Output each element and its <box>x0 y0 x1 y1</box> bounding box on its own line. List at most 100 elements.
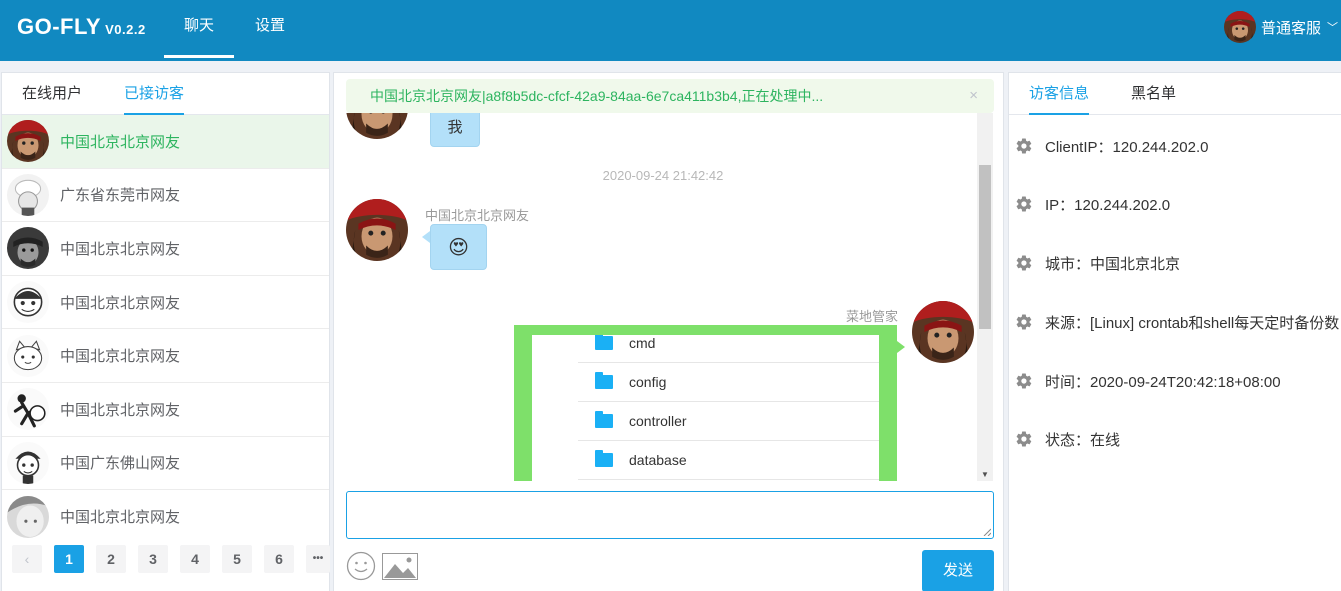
image-upload-icon[interactable] <box>382 553 418 580</box>
message-list: 我 2020-09-24 21:42:42 中国北京北京网友 😍 菜地管家 cm… <box>334 113 992 481</box>
scrollbar-thumb[interactable] <box>979 165 991 329</box>
tab-blacklist[interactable]: 黑名单 <box>1131 73 1176 114</box>
visitor-avatar <box>7 388 49 430</box>
info-row: ClientIP：120.244.202.0 <box>1009 134 1208 158</box>
app-logo[interactable]: GO-FLY V0.2.2 <box>17 14 146 40</box>
file-row: cmd <box>578 335 879 363</box>
message-sender: 菜地管家 <box>846 309 899 324</box>
info-row: 状态：在线 <box>1009 427 1120 451</box>
alert-text: 中国北京北京网友|a8f8b5dc-cfcf-42a9-84aa-6e7ca41… <box>370 88 824 104</box>
visitor-item[interactable]: 中国广东佛山网友 <box>2 437 329 491</box>
chat-panel: 中国北京北京网友|a8f8b5dc-cfcf-42a9-84aa-6e7ca41… <box>333 72 1004 591</box>
scroll-down-arrow-icon[interactable]: ▼ <box>977 470 993 479</box>
nav-chat[interactable]: 聊天 <box>164 0 234 58</box>
send-button[interactable]: 发送 <box>922 550 994 591</box>
info-row: 来源：[Linux] crontab和shell每天定时备份数 <box>1009 310 1339 334</box>
message-scrollbar[interactable]: ▼ <box>977 113 993 481</box>
visitor-avatar <box>7 281 49 323</box>
visitor-name: 中国北京北京网友 <box>60 401 181 419</box>
visitor-avatar <box>7 442 49 484</box>
visitor-item[interactable]: 中国北京北京网友 <box>2 276 329 330</box>
agent-avatar <box>912 301 974 363</box>
visitor-name: 中国北京北京网友 <box>60 294 181 312</box>
file-row: config <box>578 363 879 402</box>
visitor-item[interactable]: 中国北京北京网友 <box>2 490 329 544</box>
folder-icon <box>595 372 613 389</box>
file-name: config <box>629 374 667 390</box>
tab-online-users[interactable]: 在线用户 <box>22 73 82 114</box>
status-alert: 中国北京北京网友|a8f8b5dc-cfcf-42a9-84aa-6e7ca41… <box>346 79 994 113</box>
page-button[interactable]: 3 <box>138 545 168 573</box>
info-row: IP：120.244.202.0 <box>1009 192 1170 216</box>
prev-page-button[interactable]: ‹ <box>12 545 42 573</box>
tab-visitor-info[interactable]: 访客信息 <box>1029 73 1090 115</box>
info-row: 城市：中国北京北京 <box>1009 251 1180 275</box>
gear-icon <box>1015 372 1033 390</box>
more-pages-button[interactable]: ••• <box>306 545 330 573</box>
top-navbar: GO-FLY V0.2.2 聊天 设置 普通客服 ﹀ <box>0 0 1341 61</box>
info-text: 来源：[Linux] crontab和shell每天定时备份数 <box>1045 314 1340 332</box>
user-name: 普通客服 <box>1260 19 1321 37</box>
image-message[interactable]: cmd config controller database <box>514 325 897 481</box>
visitor-avatar <box>7 227 49 269</box>
message-sender: 中国北京北京网友 <box>425 208 530 223</box>
file-name: database <box>629 452 687 468</box>
user-menu[interactable]: 普通客服 ﹀ <box>1224 10 1341 44</box>
message-bubble: 我 <box>430 113 480 147</box>
visitor-avatar <box>7 120 49 162</box>
visitor-avatar <box>346 113 408 139</box>
visitor-avatar <box>7 335 49 377</box>
visitor-list-panel: 在线用户 已接访客 中国北京北京网友 广东省东莞市网友 中国北京北京网友 中国北… <box>1 72 330 591</box>
emoji-icon[interactable] <box>346 551 376 581</box>
file-list-screenshot: cmd config controller database <box>532 335 879 481</box>
visitor-name: 广东省东莞市网友 <box>60 187 181 205</box>
gear-icon <box>1015 254 1033 272</box>
info-text: 城市：中国北京北京 <box>1045 255 1181 273</box>
info-text: ClientIP：120.244.202.0 <box>1045 138 1209 156</box>
message-input[interactable] <box>346 491 994 539</box>
resize-handle-icon[interactable] <box>983 528 991 536</box>
visitor-item[interactable]: 广东省东莞市网友 <box>2 169 329 223</box>
page-button[interactable]: 1 <box>54 545 84 573</box>
nav-settings[interactable]: 设置 <box>240 0 300 58</box>
visitor-name: 中国北京北京网友 <box>60 240 181 258</box>
visitor-avatar <box>7 496 49 538</box>
page-button[interactable]: 4 <box>180 545 210 573</box>
visitor-list: 中国北京北京网友 广东省东莞市网友 中国北京北京网友 中国北京北京网友 中国北京… <box>2 115 329 544</box>
folder-icon <box>595 335 613 350</box>
visitor-tabs: 在线用户 已接访客 <box>2 73 329 115</box>
info-text: 时间：2020-09-24T20:42:18+08:00 <box>1045 373 1281 391</box>
visitor-name: 中国北京北京网友 <box>60 509 181 527</box>
pagination: ‹ 1 2 3 4 5 6 ••• <box>12 545 330 573</box>
file-name: controller <box>629 413 687 429</box>
close-icon[interactable]: × <box>969 79 978 113</box>
page-button[interactable]: 6 <box>264 545 294 573</box>
info-text: IP：120.244.202.0 <box>1045 196 1171 214</box>
visitor-info-panel: 访客信息 黑名单 ClientIP：120.244.202.0 IP：120.2… <box>1008 72 1341 591</box>
visitor-item[interactable]: 中国北京北京网友 <box>2 222 329 276</box>
tab-received-visitors[interactable]: 已接访客 <box>124 73 185 115</box>
file-name: cmd <box>629 335 656 351</box>
user-avatar <box>1224 11 1256 43</box>
info-text: 状态：在线 <box>1045 431 1121 449</box>
visitor-name: 中国北京北京网友 <box>60 133 181 151</box>
visitor-item[interactable]: 中国北京北京网友 <box>2 115 329 169</box>
info-tabs: 访客信息 黑名单 <box>1009 73 1341 115</box>
gear-icon <box>1015 313 1033 331</box>
folder-icon <box>595 450 613 467</box>
page-button[interactable]: 2 <box>96 545 126 573</box>
file-row: controller <box>578 402 879 441</box>
gear-icon <box>1015 430 1033 448</box>
visitor-avatar <box>346 199 408 261</box>
heart-eyes-emoji-icon: 😍 <box>448 237 469 259</box>
visitor-item[interactable]: 中国北京北京网友 <box>2 383 329 437</box>
visitor-name: 中国北京北京网友 <box>60 348 181 366</box>
visitor-item[interactable]: 中国北京北京网友 <box>2 329 329 383</box>
gear-icon <box>1015 195 1033 213</box>
page-button[interactable]: 5 <box>222 545 252 573</box>
folder-icon <box>595 411 613 428</box>
bubble-tail <box>422 231 430 243</box>
chevron-down-icon: ﹀ <box>1327 22 1338 34</box>
visitor-avatar <box>7 174 49 216</box>
message-time: 2020-09-24 21:42:42 <box>602 168 724 183</box>
